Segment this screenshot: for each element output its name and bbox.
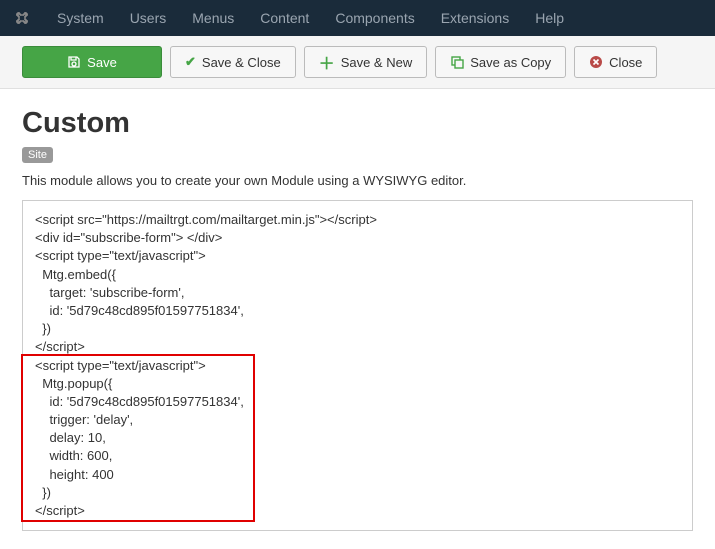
menu-extensions[interactable]: Extensions (428, 0, 522, 36)
module-description: This module allows you to create your ow… (22, 173, 693, 188)
save-button[interactable]: Save (22, 46, 162, 78)
code-line: height: 400 (35, 466, 680, 484)
plus-icon: ＋ (319, 50, 335, 74)
code-line: </script> (35, 502, 680, 520)
save-close-label: Save & Close (202, 55, 281, 70)
save-new-button[interactable]: ＋ Save & New (304, 46, 428, 78)
copy-icon (450, 55, 464, 69)
code-line: }) (35, 484, 680, 502)
code-line: Mtg.embed({ (35, 266, 680, 284)
content-area: Custom Site This module allows you to cr… (0, 89, 715, 549)
save-copy-label: Save as Copy (470, 55, 551, 70)
apply-icon (67, 55, 81, 69)
close-label: Close (609, 55, 642, 70)
code-line: <script src="https://mailtrgt.com/mailta… (35, 211, 680, 229)
code-line: <script type="text/javascript"> (35, 247, 680, 265)
code-line: </script> (35, 338, 680, 356)
joomla-logo-icon[interactable] (8, 10, 36, 26)
code-line: delay: 10, (35, 429, 680, 447)
menu-system[interactable]: System (44, 0, 117, 36)
code-line: trigger: 'delay', (35, 411, 680, 429)
save-new-label: Save & New (341, 55, 413, 70)
code-line: }) (35, 320, 680, 338)
save-close-button[interactable]: ✔ Save & Close (170, 46, 296, 78)
topbar: System Users Menus Content Components Ex… (0, 0, 715, 36)
code-line: id: '5d79c48cd895f01597751834', (35, 393, 680, 411)
save-copy-button[interactable]: Save as Copy (435, 46, 566, 78)
check-icon: ✔ (185, 54, 196, 70)
menu-users[interactable]: Users (117, 0, 180, 36)
code-line: Mtg.popup({ (35, 375, 680, 393)
code-line: width: 600, (35, 447, 680, 465)
menu-content[interactable]: Content (247, 0, 322, 36)
code-line: id: '5d79c48cd895f01597751834', (35, 302, 680, 320)
page-title: Custom (22, 107, 693, 140)
menu-help[interactable]: Help (522, 0, 577, 36)
toolbar: Save ✔ Save & Close ＋ Save & New Save as… (0, 36, 715, 89)
editor-textarea[interactable]: <script src="https://mailtrgt.com/mailta… (22, 200, 693, 531)
save-label: Save (87, 55, 117, 70)
code-line: <script type="text/javascript"> (35, 357, 680, 375)
menu-components[interactable]: Components (322, 0, 427, 36)
code-line: <div id="subscribe-form"> </div> (35, 229, 680, 247)
close-button[interactable]: Close (574, 46, 657, 78)
site-badge: Site (22, 147, 53, 163)
close-icon (589, 55, 603, 69)
menu-menus[interactable]: Menus (179, 0, 247, 36)
code-line: target: 'subscribe-form', (35, 284, 680, 302)
